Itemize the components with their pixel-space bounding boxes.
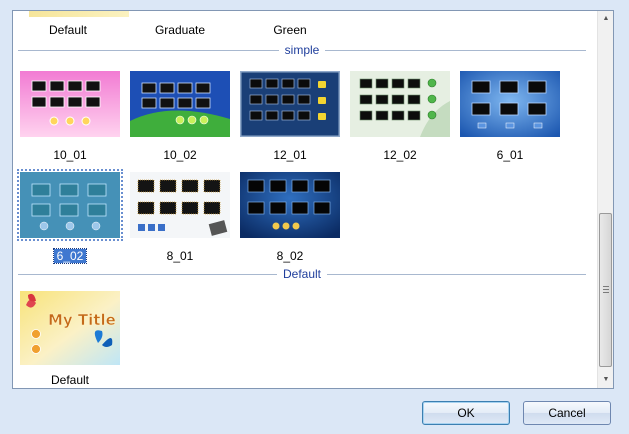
dark-blue-menu-template-thumbnail-icon <box>240 71 340 137</box>
section-title-default: Default <box>276 267 328 281</box>
default-thumbnail-peek <box>29 11 129 17</box>
cancel-button[interactable]: Cancel <box>523 401 611 425</box>
template-tile-12-02[interactable]: 12_02 <box>345 71 455 167</box>
scrollbar-thumb[interactable] <box>599 213 612 367</box>
top-row-label-graduate[interactable]: Graduate <box>125 23 235 37</box>
template-label: 12_01 <box>273 148 307 162</box>
blue-green-menu-template-thumbnail-icon <box>130 71 230 137</box>
template-tile-6-02[interactable]: 6_02 <box>15 169 125 268</box>
template-label: 12_02 <box>383 148 417 162</box>
white-film-menu-template-thumbnail-icon <box>130 172 230 238</box>
template-label: 8_02 <box>276 249 304 263</box>
navy-menu-template-thumbnail-icon <box>240 172 340 238</box>
template-tile-12-01[interactable]: 12_01 <box>235 71 345 167</box>
template-label: Default <box>50 373 90 387</box>
teal-menu-template-thumbnail-icon <box>17 169 123 241</box>
light-green-menu-template-thumbnail-icon <box>350 71 450 137</box>
template-label: 10_01 <box>53 148 87 162</box>
template-label: 6_02 <box>52 248 88 264</box>
template-list-panel: Default Graduate Green simple 10_01 10_0… <box>12 10 614 389</box>
template-tile-8-02[interactable]: 8_02 <box>235 172 345 268</box>
template-tile-10-02[interactable]: 10_02 <box>125 71 235 167</box>
pink-menu-template-thumbnail-icon <box>20 71 120 137</box>
thumbnail-title-text: My Title <box>48 311 116 329</box>
butterfly-menu-template-thumbnail-icon: My Title <box>20 291 120 365</box>
ok-button[interactable]: OK <box>422 401 510 425</box>
template-label: 6_01 <box>496 148 524 162</box>
template-label: 8_01 <box>166 249 194 263</box>
scrollbar-grip-icon <box>603 286 609 293</box>
section-title-simple: simple <box>278 43 326 57</box>
template-tile-default[interactable]: My Title Default <box>15 291 125 387</box>
template-label: 10_02 <box>163 148 197 162</box>
scroll-up-arrow-icon[interactable]: ▲ <box>598 11 613 27</box>
template-list-content: Default Graduate Green simple 10_01 10_0… <box>13 11 598 388</box>
section-divider-default: Default <box>18 267 586 281</box>
section-divider-simple: simple <box>18 43 586 57</box>
template-tile-10-01[interactable]: 10_01 <box>15 71 125 167</box>
top-row-label-default[interactable]: Default <box>13 23 123 37</box>
template-tile-8-01[interactable]: 8_01 <box>125 172 235 268</box>
vertical-scrollbar[interactable]: ▲ ▼ <box>597 11 613 388</box>
top-row-label-green[interactable]: Green <box>235 23 345 37</box>
template-tile-6-01[interactable]: 6_01 <box>455 71 565 167</box>
blue-menu-template-thumbnail-icon <box>460 71 560 137</box>
scroll-down-arrow-icon[interactable]: ▼ <box>598 372 613 388</box>
